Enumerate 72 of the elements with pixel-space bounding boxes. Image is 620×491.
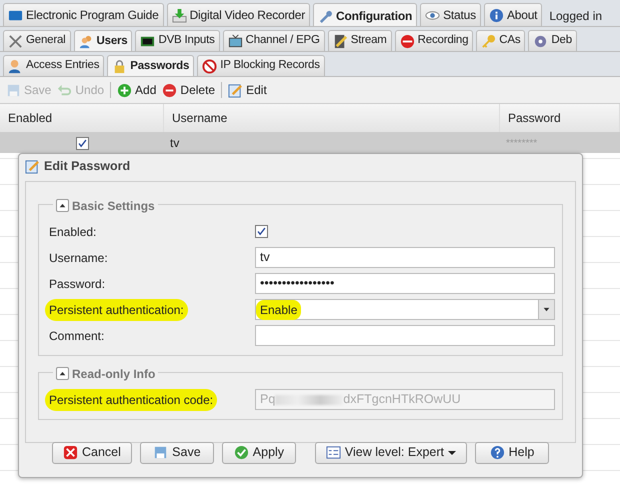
tab[interactable]: Recording [394, 30, 474, 51]
close-icon [63, 445, 78, 460]
pencil-note-icon [228, 82, 244, 98]
info-icon [488, 8, 504, 22]
checkbox[interactable] [255, 225, 268, 238]
tab[interactable]: CAs [476, 30, 526, 51]
tools-icon [8, 34, 23, 48]
tab[interactable]: Stream [328, 30, 392, 51]
tab[interactable]: Status [420, 3, 481, 26]
dropdown[interactable]: Enable [255, 299, 555, 320]
tab[interactable]: Digital Video Recorder [166, 3, 310, 26]
download-icon [172, 8, 187, 22]
users-icon [78, 34, 94, 49]
redacted-block [275, 394, 344, 405]
caret-down-icon [448, 450, 456, 455]
section-legend: Basic Settings [72, 196, 155, 215]
dialog-title: Edit Password [44, 158, 130, 175]
tab[interactable]: Channel / EPG [222, 30, 325, 51]
monitor-icon [228, 34, 243, 48]
input-field[interactable] [255, 325, 555, 346]
collapse-toggle[interactable] [56, 199, 69, 212]
toolbar-button[interactable]: Add [117, 81, 156, 99]
floppy-icon [6, 82, 21, 98]
tab[interactable]: Configuration [313, 3, 418, 26]
tab[interactable]: Electronic Program Guide [3, 3, 164, 26]
table-row[interactable]: tv ******** [0, 133, 620, 153]
table-cell-text: ******** [505, 136, 538, 150]
tab[interactable]: Passwords [107, 55, 194, 76]
prohibition-icon [202, 58, 218, 74]
list-icon [326, 445, 341, 460]
tab[interactable]: General [3, 30, 71, 51]
collapse-toggle[interactable] [56, 367, 69, 380]
pencil-note-icon [25, 158, 40, 174]
login-status: Logged in [548, 8, 604, 25]
toolbar-button[interactable]: Edit [228, 81, 267, 99]
field-label: Enabled: [49, 224, 98, 241]
view-level-button[interactable]: View level: Expert [314, 442, 467, 464]
column-header[interactable]: Username [164, 104, 500, 132]
help-icon [490, 445, 505, 460]
field-label: Password: [49, 276, 106, 293]
plus-icon [117, 82, 132, 98]
section-legend: Read-only Info [72, 364, 156, 383]
toolbar-button[interactable]: Delete [162, 81, 216, 99]
dialog-button[interactable]: Save [140, 442, 214, 464]
input-field[interactable]: tv [255, 247, 555, 268]
wrench-icon [318, 8, 334, 23]
table-cell-text: tv [169, 135, 180, 152]
tab[interactable]: Deb [528, 30, 577, 51]
record-icon [400, 34, 415, 48]
help-button[interactable]: Help [475, 442, 549, 464]
field-label: Comment: [49, 328, 106, 345]
minus-icon [162, 82, 178, 98]
person-icon [8, 58, 23, 74]
readonly-field: Pq dxFTgcnHTkROwUU [255, 389, 555, 410]
dialog-button[interactable]: Cancel [52, 442, 132, 464]
field-label: Username: [49, 250, 109, 267]
tab[interactable]: Users [74, 30, 132, 51]
field-label: Persistent authentication code: [45, 388, 218, 411]
checkbox[interactable] [76, 136, 88, 150]
tab[interactable]: About [484, 3, 542, 26]
dialog-button[interactable]: Apply [222, 442, 296, 464]
tab[interactable]: Access Entries [3, 55, 104, 76]
field-label: Persistent authentication: [45, 298, 188, 321]
tab[interactable]: DVB Inputs [135, 30, 220, 51]
column-header[interactable]: Enabled [0, 104, 164, 132]
tab[interactable]: IP Blocking Records [197, 55, 325, 76]
key-icon [481, 34, 496, 48]
undo-icon [57, 82, 72, 98]
column-header[interactable]: Password [500, 104, 620, 132]
floppy-icon [153, 445, 168, 460]
input-field[interactable]: ••••••••••••••••• [255, 273, 555, 294]
check-icon [234, 445, 249, 460]
